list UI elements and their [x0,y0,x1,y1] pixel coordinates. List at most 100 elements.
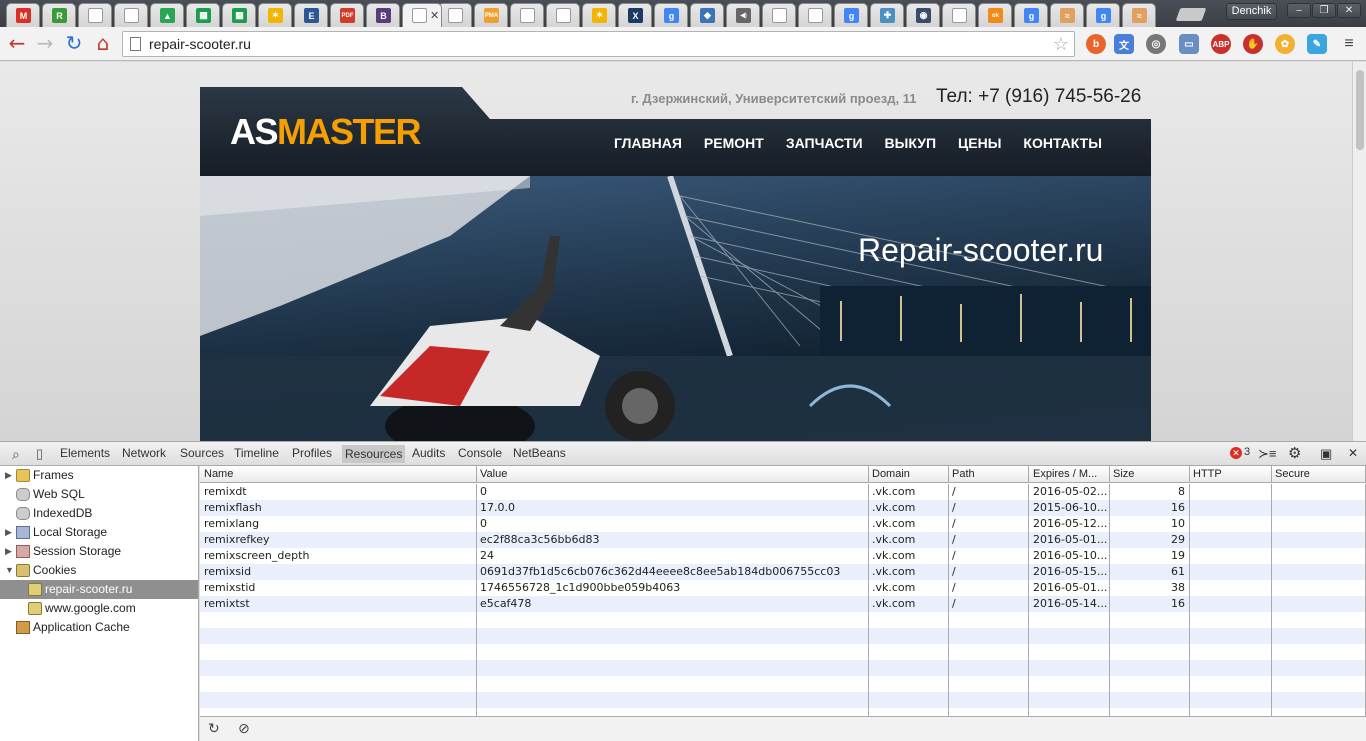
table-row[interactable]: remixsid 0691d37fb1d5c6cb076c362d44eeee8c… [200,564,1366,580]
devtools-tab-netbeans[interactable]: NetBeans [513,446,566,460]
browser-tab[interactable]: ✕ [402,3,442,27]
browser-tab[interactable]: ✶ [582,3,616,27]
column-header[interactable]: Domain [868,466,949,483]
tree-item-websql[interactable]: Web SQL [0,485,198,504]
devtools-tab-timeline[interactable]: Timeline [234,446,279,460]
expand-arrow-icon[interactable]: ▶ [5,523,12,542]
chrome-menu-icon[interactable]: ≡ [1339,34,1359,54]
browser-tab[interactable] [438,3,472,27]
profile-button[interactable]: Denchik [1226,3,1277,20]
devtools-tab-resources[interactable]: Resources [342,445,406,463]
forward-icon[interactable]: → [34,32,56,54]
error-icon[interactable]: ✕ [1230,447,1242,459]
column-header[interactable]: Secure [1271,466,1366,483]
tree-item-cookie-google[interactable]: www.google.com [0,599,198,618]
browser-tab[interactable]: M [6,3,40,27]
scrollbar-thumb[interactable] [1356,70,1364,150]
pen-icon[interactable]: ✎ [1307,34,1327,54]
browser-tab[interactable] [798,3,832,27]
error-count[interactable]: 3 [1244,446,1250,458]
close-window-button[interactable]: ✕ [1337,3,1361,18]
browser-tab[interactable]: R [42,3,76,27]
devtools-tab-sources[interactable]: Sources [180,446,224,460]
column-header[interactable]: Size [1109,466,1190,483]
url-text[interactable]: repair-scooter.ru [149,36,251,52]
flower-icon[interactable]: ✿ [1275,34,1295,54]
browser-tab[interactable]: ✶ [258,3,292,27]
device-mode-icon[interactable]: ▯ [36,446,43,462]
browser-tab[interactable] [78,3,112,27]
tree-item-frames[interactable]: ▶ Frames [0,466,198,485]
globe-icon[interactable]: ◎ [1146,34,1166,54]
devtools-tab-console[interactable]: Console [458,446,502,460]
maximize-button[interactable]: ❐ [1312,3,1336,18]
table-row[interactable]: remixstid 1746556728_1c1d900bbe059b4063 .v… [200,580,1366,596]
tree-item-indexeddb[interactable]: IndexedDB [0,504,198,523]
reload-icon[interactable]: ↻ [63,32,85,54]
site-logo[interactable]: ASMASTER [230,111,422,153]
back-icon[interactable]: ← [6,32,28,54]
site-menu-item[interactable]: ВЫКУП [885,135,936,151]
table-row[interactable]: remixrefkey ec2f88ca3c56bb6d83 .vk.com/201… [200,532,1366,548]
table-row[interactable]: remixdt 0 .vk.com/2016-05-02... 8 [200,484,1366,500]
browser-tab[interactable]: g [1014,3,1048,27]
site-menu-item[interactable]: РЕМОНТ [704,135,764,151]
column-header[interactable]: HTTP [1189,466,1272,483]
clear-icon[interactable]: ⊘ [238,721,250,737]
close-devtools-icon[interactable]: ✕ [1348,446,1358,460]
browser-tab[interactable]: ✚ [870,3,904,27]
browser-tab[interactable]: ◉ [906,3,940,27]
browser-tab[interactable]: PMA [474,3,508,27]
devtools-tab-profiles[interactable]: Profiles [292,446,332,460]
address-bar[interactable]: repair-scooter.ru ☆ [122,31,1075,57]
tree-item-cookie-repair-scooter[interactable]: repair-scooter.ru [0,580,198,599]
table-row[interactable]: remixflash 17.0.0 .vk.com/2015-06-10... 16 [200,500,1366,516]
column-header[interactable]: Name [200,466,477,483]
tree-item-local-storage[interactable]: ▶ Local Storage [0,523,198,542]
translate-icon[interactable]: 文 [1114,34,1134,54]
new-tab-button[interactable] [1175,8,1207,21]
refresh-icon[interactable]: ↻ [208,721,220,737]
window-icon[interactable]: ▭ [1179,34,1199,54]
browser-tab[interactable]: g [1086,3,1120,27]
site-menu-item[interactable]: ГЛАВНАЯ [614,135,682,151]
devtools-tab-elements[interactable]: Elements [60,446,110,460]
expand-arrow-icon[interactable]: ▶ [5,466,12,485]
close-tab-icon[interactable]: ✕ [430,9,439,22]
column-header[interactable]: Path [948,466,1029,483]
collapse-arrow-icon[interactable]: ▼ [5,561,14,580]
browser-tab[interactable] [510,3,544,27]
devtools-tab-network[interactable]: Network [122,446,166,460]
table-row[interactable]: remixscreen_depth 24 .vk.com/2016-05-10...… [200,548,1366,564]
browser-tab[interactable] [546,3,580,27]
browser-tab[interactable]: PDF [330,3,364,27]
site-menu-item[interactable]: КОНТАКТЫ [1023,135,1101,151]
bitly-icon[interactable]: b [1086,34,1106,54]
browser-tab[interactable] [762,3,796,27]
dock-icon[interactable]: ▣ [1320,446,1332,462]
tree-item-session-storage[interactable]: ▶ Session Storage [0,542,198,561]
browser-tab[interactable]: g [834,3,868,27]
browser-tab[interactable] [114,3,148,27]
console-drawer-icon[interactable]: ≻≡ [1258,446,1276,462]
browser-tab[interactable]: ◀) [726,3,760,27]
browser-tab[interactable] [942,3,976,27]
tree-item-application-cache[interactable]: Application Cache [0,618,198,637]
browser-tab[interactable]: B [366,3,400,27]
page-scrollbar[interactable] [1352,62,1366,441]
bookmark-star-icon[interactable]: ☆ [1053,34,1069,55]
browser-tab[interactable]: ≈ [1050,3,1084,27]
browser-tab[interactable]: g [654,3,688,27]
home-icon[interactable]: ⌂ [92,32,114,54]
table-row[interactable]: remixlang 0 .vk.com/2016-05-12... 10 [200,516,1366,532]
tree-item-cookies[interactable]: ▼ Cookies [0,561,198,580]
browser-tab[interactable]: ▦ [186,3,220,27]
browser-tab[interactable]: X [618,3,652,27]
inspect-icon[interactable]: ⌕ [12,446,20,463]
expand-arrow-icon[interactable]: ▶ [5,542,12,561]
site-menu-item[interactable]: ЦЕНЫ [958,135,1001,151]
column-header[interactable]: Expires / M... [1029,466,1110,483]
browser-tab[interactable]: E [294,3,328,27]
adblock-icon[interactable]: ✋ [1243,34,1263,54]
browser-tab[interactable]: ≈ [1122,3,1156,27]
